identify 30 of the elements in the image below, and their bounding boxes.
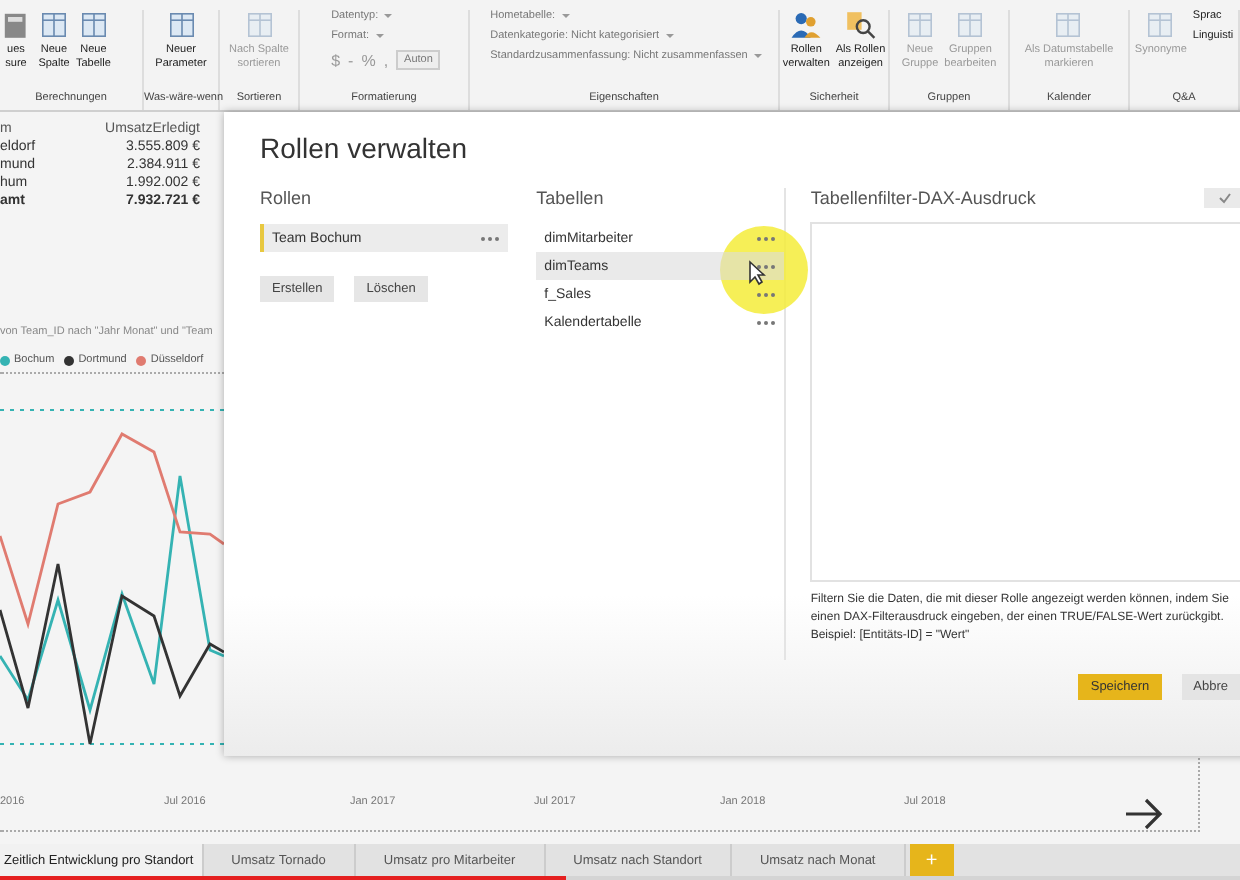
check-button[interactable]: [1204, 188, 1240, 208]
caret-icon: [375, 34, 384, 38]
caret-icon: [384, 14, 393, 18]
table-icon: [1052, 10, 1085, 40]
more-icon[interactable]: [756, 235, 777, 241]
more-icon[interactable]: [756, 319, 777, 325]
column-heading: Rollen: [260, 188, 314, 208]
dialog-title: Rollen verwalten: [260, 132, 469, 164]
table-icon: [165, 10, 197, 40]
caret-icon: [665, 34, 674, 38]
column-heading: Tabellen: [536, 188, 606, 208]
people-icon: [790, 10, 823, 40]
table-icon: [1144, 10, 1177, 40]
table-icon: [243, 10, 275, 40]
column-heading: Tabellenfilter-DAX-Ausdruck: [810, 188, 1036, 208]
cursor-highlight: [720, 226, 809, 314]
table-icon: [903, 10, 936, 40]
table-icon: [77, 10, 110, 40]
caret-icon: [561, 14, 570, 18]
table-icon: [38, 10, 70, 40]
caret-icon: [753, 54, 762, 58]
table-icon: [954, 10, 987, 40]
check-icon: [1217, 192, 1231, 204]
more-icon[interactable]: [756, 263, 777, 269]
more-icon[interactable]: [480, 235, 501, 241]
calculator-icon: [0, 10, 32, 40]
magnifier-icon: [844, 10, 877, 40]
more-icon[interactable]: [756, 291, 777, 297]
arrow-right-icon[interactable]: [1124, 798, 1164, 830]
cursor-icon: [748, 260, 767, 286]
